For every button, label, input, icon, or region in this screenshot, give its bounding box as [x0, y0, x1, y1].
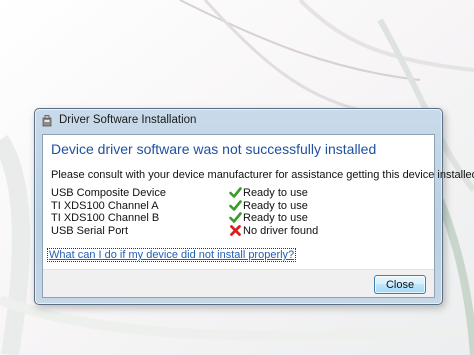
check-icon	[229, 212, 242, 223]
device-status: Ready to use	[229, 199, 308, 212]
driver-install-icon	[42, 115, 52, 127]
device-status: Ready to use	[229, 212, 308, 224]
device-list: USB Composite Device Ready to use TI XDS…	[51, 187, 371, 237]
device-name: USB Serial Port	[51, 224, 129, 237]
device-status-text: Ready to use	[243, 199, 308, 212]
check-icon	[229, 199, 242, 211]
device-name: TI XDS100 Channel A	[51, 199, 159, 212]
device-status: No driver found	[230, 224, 319, 237]
help-link[interactable]: What can I do if my device did not insta…	[46, 248, 297, 262]
device-row: TI XDS100 Channel B Ready to use	[51, 212, 371, 225]
device-status-text: Ready to use	[243, 212, 308, 224]
dialog-title: Driver Software Installation	[59, 114, 197, 126]
device-row: USB Composite Device Ready to use	[51, 187, 371, 200]
error-x-icon	[230, 224, 241, 236]
title-bar[interactable]: Driver Software Installation	[35, 109, 442, 133]
dialog-heading: Device driver software was not successfu…	[51, 141, 377, 157]
device-row: TI XDS100 Channel A Ready to use	[51, 200, 371, 213]
device-row: USB Serial Port No driver found	[51, 225, 371, 238]
dialog-content: Device driver software was not successfu…	[42, 134, 474, 298]
device-name: TI XDS100 Channel B	[51, 212, 160, 224]
dialog-message: Please consult with your device manufact…	[51, 169, 474, 181]
dialog-footer: Close	[43, 270, 434, 297]
device-name: USB Composite Device	[51, 187, 166, 199]
device-status: Ready to use	[229, 187, 308, 199]
device-status-text: Ready to use	[243, 187, 308, 199]
device-status-text: No driver found	[243, 224, 319, 237]
check-icon	[229, 187, 242, 198]
driver-install-dialog: Driver Software Installation Device driv…	[34, 108, 474, 305]
close-button[interactable]: Close	[374, 275, 426, 294]
